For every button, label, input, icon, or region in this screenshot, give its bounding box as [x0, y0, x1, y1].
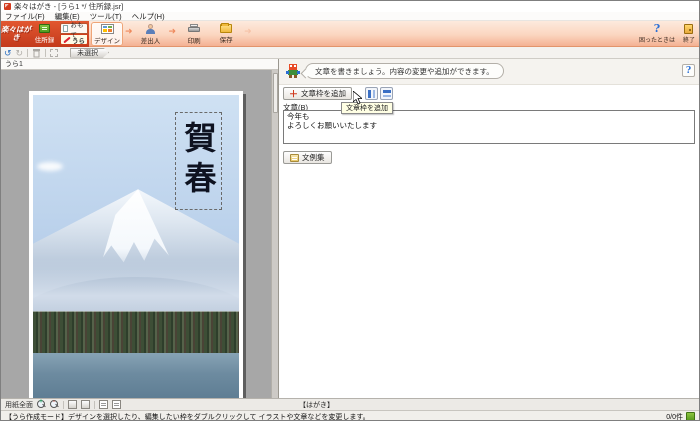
zoom-in-button[interactable]: +: [37, 400, 46, 409]
prev-page-button[interactable]: [99, 400, 108, 409]
sender-icon: [145, 24, 156, 34]
redo-button[interactable]: ↻: [16, 48, 24, 58]
horizontal-text-icon: [383, 90, 391, 97]
guide-strip: 文章を書きましょう。内容の変更や追加ができます。 ?: [279, 59, 700, 85]
menu-tools[interactable]: ツール(T): [90, 11, 122, 22]
vertical-text-icon: [368, 90, 375, 98]
record-count: 0/0件: [666, 412, 683, 421]
canvas-area[interactable]: 賀春: [1, 70, 271, 398]
bottom-toolbar: 用紙全面 + - 【はがき】: [1, 398, 699, 410]
step-arrow-icon: ➜: [125, 26, 133, 37]
sample-book-icon: [290, 154, 299, 162]
text-orientation-buttons: [365, 87, 393, 100]
tab-back[interactable]: うら: [60, 34, 88, 45]
print-settings-button[interactable]: [81, 400, 90, 409]
zoom-out-button[interactable]: -: [50, 400, 59, 409]
canvas-scrollbar[interactable]: [271, 70, 278, 398]
side-tabs: おもて うら: [60, 23, 88, 45]
canvas-page-label: うら1: [5, 59, 23, 69]
vertical-text-button[interactable]: [365, 87, 378, 100]
greeting-text: 賀春: [183, 121, 215, 201]
postcard-preview[interactable]: 賀春: [29, 91, 243, 398]
save-folder-icon: [220, 24, 232, 33]
paper-type-label: 【はがき】: [299, 400, 334, 410]
toolbar-right: ? 困ったときは 終了: [639, 22, 695, 46]
cloud-shape: [37, 162, 63, 171]
step-print-button[interactable]: 印刷: [178, 22, 210, 46]
tooltip: 文章枠を追加: [341, 102, 393, 114]
menu-bar: ファイル(F) 編集(E) ツール(T) ヘルプ(H): [1, 12, 699, 21]
plus-icon: ＋: [289, 90, 298, 98]
print-preview-button[interactable]: [68, 400, 77, 409]
status-message: 【うら作成モード】デザインを選択したり、編集したい枠をダブルクリックして イラス…: [5, 412, 370, 421]
selection-marquee-icon[interactable]: [50, 49, 58, 57]
printer-icon: [188, 24, 200, 34]
next-page-button[interactable]: [112, 400, 121, 409]
tab-front[interactable]: おもて: [60, 23, 88, 34]
record-count-icon: [686, 412, 695, 421]
zoom-mode-label[interactable]: 用紙全面: [5, 400, 33, 410]
address-book-button[interactable]: 住所録: [31, 22, 58, 46]
question-icon: ?: [654, 24, 660, 34]
undo-button[interactable]: ↺: [4, 48, 12, 58]
divider: [27, 49, 28, 57]
status-bar: 【うら作成モード】デザインを選択したり、編集したい枠をダブルクリックして イラス…: [1, 410, 699, 421]
step-save-button[interactable]: 保存: [210, 22, 242, 46]
menu-file[interactable]: ファイル(F): [5, 11, 45, 22]
menu-help[interactable]: ヘルプ(H): [132, 11, 165, 22]
step-design-button[interactable]: デザイン: [91, 22, 123, 46]
divider: [94, 401, 95, 409]
message-textarea[interactable]: 今年も よろしくお願いいたします: [283, 110, 695, 144]
canvas-page-tab[interactable]: うら1: [1, 59, 278, 70]
exit-button[interactable]: 終了: [683, 22, 695, 46]
fuji-photo: 賀春: [33, 95, 239, 398]
main-toolbar: 楽々はがき 住所録 おもて うら デザイン ➜: [1, 21, 699, 47]
guide-speech-bubble: 文章を書きましょう。内容の変更や追加ができます。: [305, 63, 504, 79]
address-book-icon: [39, 24, 50, 33]
front-page-icon: [63, 25, 68, 32]
edit-row: ↺ ↻ 未選択: [1, 47, 699, 59]
greeting-text-frame[interactable]: 賀春: [175, 112, 222, 210]
canvas-panel: うら1 賀春: [1, 59, 278, 398]
app-icon: [4, 3, 11, 10]
back-pencil-icon: [63, 36, 70, 43]
trash-icon[interactable]: [32, 48, 41, 58]
treeline-shape: [33, 311, 239, 354]
app-window: 楽々はがき - [うら1 */ 住所録.jsr] ファイル(F) 編集(E) ツ…: [0, 0, 700, 421]
question-icon: ?: [686, 66, 691, 76]
step-arrow-icon: ➜: [169, 26, 177, 37]
lake-shape: [33, 353, 239, 398]
horizontal-text-button[interactable]: [380, 87, 393, 100]
status-right: 0/0件: [666, 412, 695, 421]
workflow-steps: デザイン ➜ 差出人 ➜ 印刷 保存 ➜: [91, 21, 254, 47]
divider: [45, 49, 46, 57]
exit-door-icon: [684, 24, 693, 34]
app-logo: 楽々はがき: [1, 26, 31, 42]
design-icon: [101, 24, 114, 34]
text-edit-panel: 文章を書きましょう。内容の変更や追加ができます。 ? ＋ 文章枠を追加 文章枠を…: [278, 59, 700, 398]
divider: [63, 401, 64, 409]
step-sender-button[interactable]: 差出人: [135, 22, 167, 46]
add-text-frame-button[interactable]: ＋ 文章枠を追加: [283, 87, 352, 100]
panel-help-button[interactable]: ?: [682, 64, 695, 77]
selection-status-tab: 未選択: [70, 48, 109, 58]
mascot-icon: [285, 63, 301, 79]
help-button[interactable]: ? 困ったときは: [639, 22, 675, 46]
sample-phrases-button[interactable]: 文例集: [283, 151, 332, 164]
step-arrow-icon: ➜: [244, 26, 252, 37]
